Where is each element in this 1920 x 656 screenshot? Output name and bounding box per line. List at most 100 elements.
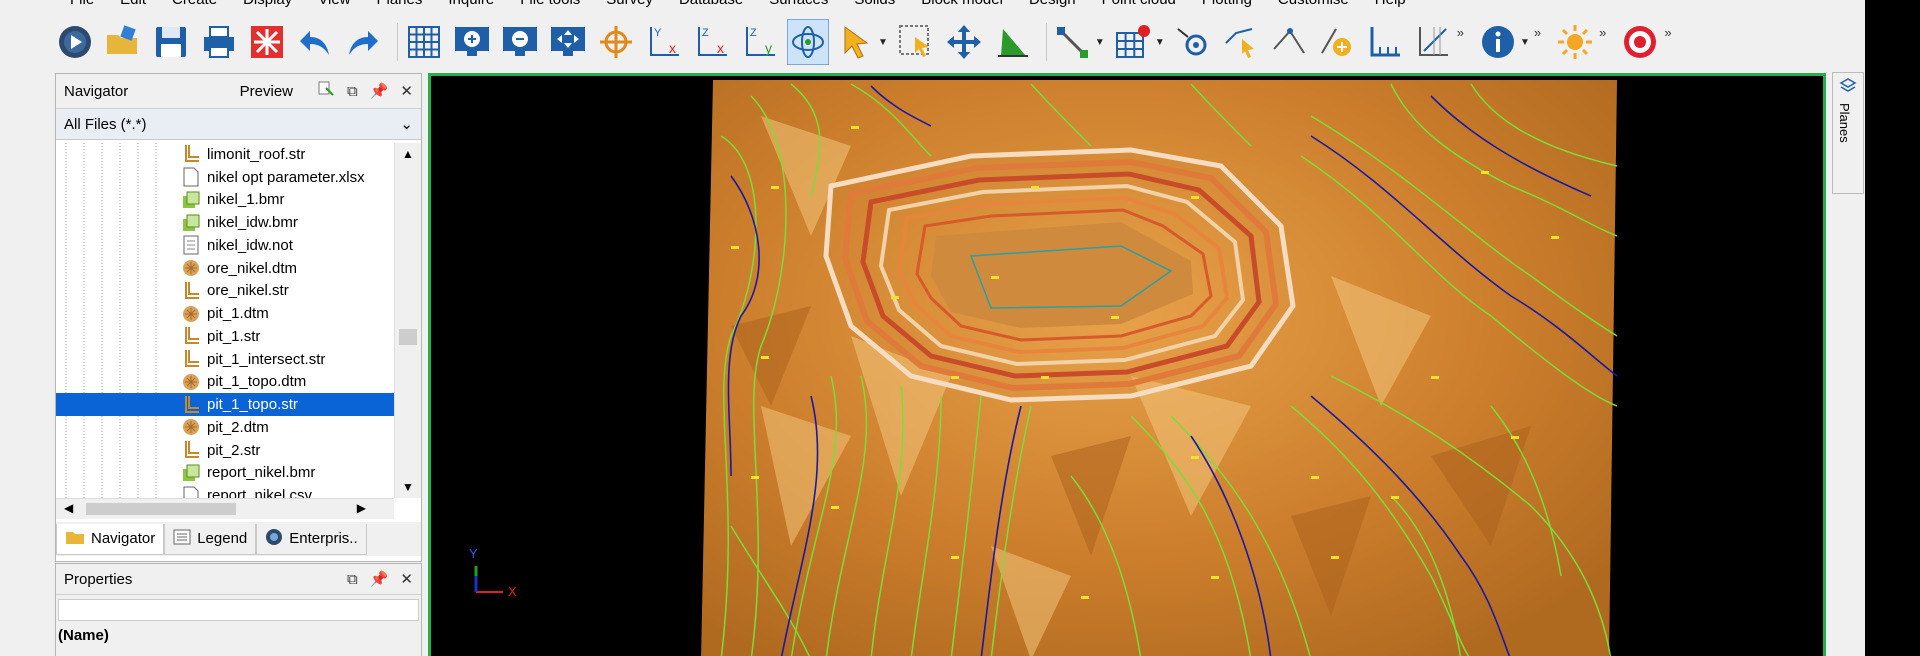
menu-item-view[interactable]: View xyxy=(318,0,350,11)
menu-item-display[interactable]: Display xyxy=(243,0,292,11)
pick-icon[interactable] xyxy=(1221,20,1261,64)
preview-icon[interactable] xyxy=(317,80,335,102)
section-icon[interactable] xyxy=(1413,20,1453,64)
menu-item-database[interactable]: Database xyxy=(679,0,743,11)
file-tree-item[interactable]: pit_1.str xyxy=(56,325,394,348)
triangle-icon[interactable] xyxy=(992,20,1032,64)
menu-item-solids[interactable]: Solids xyxy=(854,0,895,11)
toolbar-more-icon[interactable]: » xyxy=(1599,25,1606,40)
float-panel-icon[interactable]: ⧉ xyxy=(347,571,358,588)
file-tree-item[interactable]: ore_nikel.dtm xyxy=(56,257,394,280)
file-tree-item[interactable]: pit_2.dtm xyxy=(56,416,394,439)
measure-icon[interactable] xyxy=(1365,20,1405,64)
snap-icon[interactable] xyxy=(1053,20,1093,64)
scroll-thumb[interactable] xyxy=(86,503,236,515)
menu-item-surfaces[interactable]: Surfaces xyxy=(769,0,828,11)
zx-plane-icon[interactable]: Zx xyxy=(692,20,732,64)
menu-item-inquire[interactable]: Inquire xyxy=(448,0,494,11)
scroll-down-icon[interactable]: ▼ xyxy=(402,480,414,494)
file-tree-item[interactable]: limonit_roof.str xyxy=(56,143,394,166)
pan-icon[interactable] xyxy=(548,20,588,64)
scroll-right-icon[interactable]: ▶ xyxy=(357,501,366,515)
target-icon[interactable] xyxy=(596,20,636,64)
file-tree-item[interactable]: ore_nikel.str xyxy=(56,280,394,303)
menu-item-file-tools[interactable]: File tools xyxy=(520,0,580,11)
tree-vertical-scrollbar[interactable]: ▲ ▼ xyxy=(394,143,421,498)
menu-item-file[interactable]: File xyxy=(70,0,94,11)
menu-item-block-model[interactable]: Block model xyxy=(921,0,1003,11)
rotate-icon[interactable] xyxy=(787,19,829,65)
svg-text:Z: Z xyxy=(702,27,709,39)
menu-item-point-cloud[interactable]: Point cloud xyxy=(1102,0,1176,11)
red-star-icon[interactable] xyxy=(247,20,287,64)
info-icon[interactable] xyxy=(1478,20,1518,64)
file-tree-item[interactable]: pit_1_topo.str xyxy=(56,393,394,416)
float-panel-icon[interactable]: ⧉ xyxy=(347,83,358,100)
toolbar-more-icon[interactable]: » xyxy=(1534,25,1541,40)
tab-legend[interactable]: Legend xyxy=(164,523,257,555)
preview-label[interactable]: Preview xyxy=(240,83,293,100)
redo-icon[interactable] xyxy=(343,20,383,64)
file-filter-select[interactable]: All Files (*.*) ⌄ xyxy=(56,109,421,140)
select-dropdown-icon[interactable]: ▼ xyxy=(878,37,888,48)
select-arrow-icon[interactable] xyxy=(836,20,876,64)
file-tree-item[interactable]: pit_2.str xyxy=(56,439,394,462)
new-file-icon[interactable] xyxy=(55,20,95,64)
pin-icon[interactable]: 📌 xyxy=(370,570,389,588)
file-tree-item[interactable]: nikel opt parameter.xlsx xyxy=(56,166,394,189)
file-tree-item[interactable]: nikel_1.bmr xyxy=(56,189,394,212)
menu-item-survey[interactable]: Survey xyxy=(606,0,653,11)
menu-item-edit[interactable]: Edit xyxy=(120,0,146,11)
file-tree-item[interactable]: pit_1_intersect.str xyxy=(56,348,394,371)
yx-plane-icon[interactable]: Yx xyxy=(644,20,684,64)
move-icon[interactable] xyxy=(944,20,984,64)
toolbar-more-icon[interactable]: » xyxy=(1457,25,1464,40)
toolbar-more-icon[interactable]: » xyxy=(1664,25,1671,40)
scroll-up-icon[interactable]: ▲ xyxy=(395,147,421,161)
file-tree-item[interactable]: nikel_idw.bmr xyxy=(56,211,394,234)
save-icon[interactable] xyxy=(151,20,191,64)
grid-dropdown-icon[interactable]: ▼ xyxy=(1155,37,1165,48)
tab-enterprise[interactable]: Enterpris.. xyxy=(256,523,367,555)
tree-horizontal-scrollbar[interactable]: ◀ ▶ xyxy=(56,498,394,519)
menu-item-customise[interactable]: Customise xyxy=(1278,0,1349,11)
graphics-viewport[interactable]: Y X xyxy=(428,73,1826,656)
open-folder-icon[interactable] xyxy=(103,20,143,64)
file-tree-item[interactable]: report_nikel.bmr xyxy=(56,462,394,485)
grid-icon[interactable] xyxy=(404,20,444,64)
tab-navigator[interactable]: Navigator xyxy=(56,523,165,555)
menu-item-create[interactable]: Create xyxy=(172,0,217,11)
planes-tab-label: Planes xyxy=(1837,103,1852,143)
axis-triad xyxy=(474,566,503,593)
menu-item-design[interactable]: Design xyxy=(1029,0,1076,11)
zy-plane-icon[interactable]: Zy xyxy=(740,20,780,64)
zoom-out-icon[interactable] xyxy=(500,20,540,64)
print-icon[interactable] xyxy=(199,20,239,64)
pin-icon[interactable]: 📌 xyxy=(370,82,389,100)
box-select-icon[interactable] xyxy=(896,20,936,64)
info-dropdown-icon[interactable]: ▼ xyxy=(1520,37,1530,48)
add-point-icon[interactable] xyxy=(1317,20,1357,64)
file-tree-item[interactable]: pit_1_topo.dtm xyxy=(56,371,394,394)
scroll-left-icon[interactable]: ◀ xyxy=(64,501,73,515)
chevron-down-icon: ⌄ xyxy=(400,116,413,133)
menu-item-planes[interactable]: Planes xyxy=(377,0,423,11)
close-icon[interactable]: ✕ xyxy=(400,570,413,588)
snap-dropdown-icon[interactable]: ▼ xyxy=(1095,37,1105,48)
target-logo-icon[interactable] xyxy=(1620,20,1660,64)
file-tree-item[interactable]: nikel_idw.not xyxy=(56,234,394,257)
settings-icon[interactable] xyxy=(1173,20,1213,64)
angle-icon[interactable] xyxy=(1269,20,1309,64)
file-name: pit_1_topo.str xyxy=(207,396,298,414)
file-tree-item[interactable]: pit_1.dtm xyxy=(56,302,394,325)
sun-icon[interactable] xyxy=(1555,20,1595,64)
planes-side-tab[interactable]: Planes xyxy=(1832,72,1864,194)
close-icon[interactable]: ✕ xyxy=(400,82,413,100)
menu-item-plotting[interactable]: Plotting xyxy=(1202,0,1252,11)
grid-red-icon[interactable] xyxy=(1113,20,1153,64)
undo-icon[interactable] xyxy=(295,20,335,64)
zoom-in-icon[interactable] xyxy=(452,20,492,64)
file-tree-item[interactable]: report_nikel.csv xyxy=(56,484,394,498)
scroll-thumb[interactable] xyxy=(399,329,417,345)
menu-item-help[interactable]: Help xyxy=(1375,0,1406,11)
